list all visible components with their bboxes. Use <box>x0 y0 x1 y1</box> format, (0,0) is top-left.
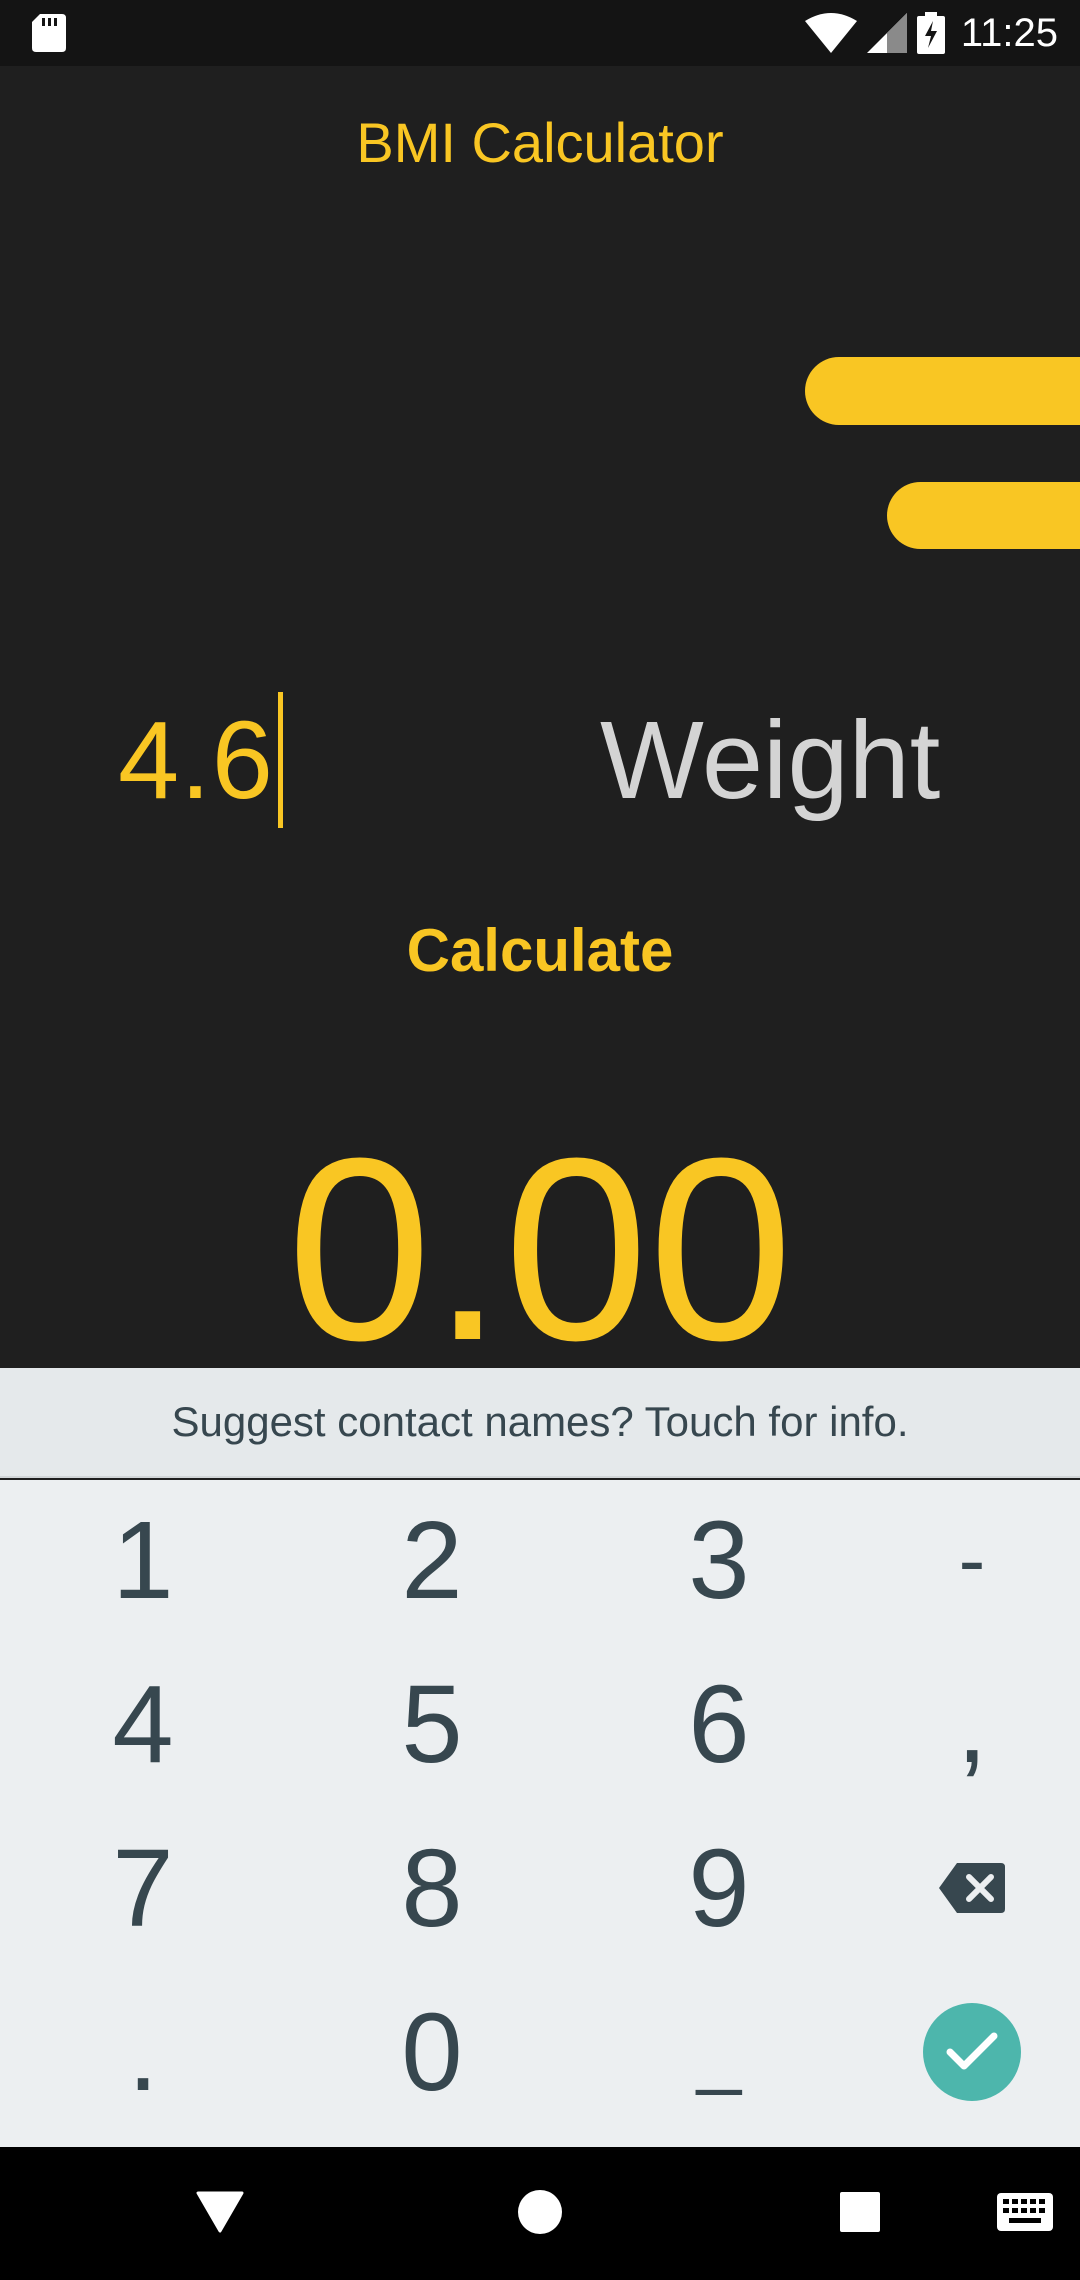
key-comma[interactable]: , <box>862 1644 1080 1804</box>
height-input[interactable]: 4.6 <box>118 690 478 830</box>
screen: 11:25 BMI Calculator 4.6 Weight Calculat… <box>0 0 1080 2280</box>
key-dot[interactable]: . <box>33 1972 253 2132</box>
keyboard-switch-button[interactable] <box>990 2177 1060 2247</box>
weight-input[interactable]: Weight <box>600 690 1020 830</box>
enter-key[interactable] <box>862 1972 1080 2132</box>
wifi-icon <box>804 13 857 53</box>
enter-button <box>923 2003 1021 2101</box>
key-0[interactable]: 0 <box>322 1972 542 2132</box>
key-space[interactable]: _ <box>609 1972 829 2132</box>
keyboard-suggestion-bar[interactable]: Suggest contact names? Touch for info. <box>0 1368 1080 1478</box>
nav-home-button[interactable] <box>505 2177 575 2247</box>
key-3[interactable]: 3 <box>609 1480 829 1640</box>
key-1[interactable]: 1 <box>33 1480 253 1640</box>
key-5[interactable]: 5 <box>322 1644 542 1804</box>
numeric-keypad: 1 2 3 - 4 5 6 , 7 8 9 . 0 _ <box>0 1480 1080 2147</box>
keyboard-icon <box>997 2193 1053 2231</box>
bmi-result: 0.00 <box>286 1120 794 1368</box>
backspace-key[interactable] <box>862 1808 1080 1968</box>
sd-card-icon <box>32 14 66 52</box>
app-title: BMI Calculator <box>356 111 724 174</box>
key-4[interactable]: 4 <box>33 1644 253 1804</box>
weight-input-placeholder: Weight <box>600 698 941 822</box>
key-7[interactable]: 7 <box>33 1808 253 1968</box>
navigation-bar <box>0 2147 1080 2280</box>
key-dash[interactable]: - <box>862 1480 1080 1640</box>
calculate-button[interactable]: Calculate <box>340 905 740 995</box>
key-8[interactable]: 8 <box>322 1808 542 1968</box>
nav-back-button[interactable] <box>185 2177 255 2247</box>
signal-icon <box>866 13 907 53</box>
battery-charging-icon <box>916 12 945 54</box>
status-bar: 11:25 <box>0 0 1080 66</box>
key-6[interactable]: 6 <box>609 1644 829 1804</box>
decorative-bar-top <box>805 357 1080 425</box>
text-cursor <box>277 692 283 828</box>
key-2[interactable]: 2 <box>322 1480 542 1640</box>
height-input-value: 4.6 <box>118 698 274 822</box>
clock: 11:25 <box>960 10 1058 55</box>
key-9[interactable]: 9 <box>609 1808 829 1968</box>
back-triangle-icon <box>196 2191 244 2233</box>
nav-recents-button[interactable] <box>825 2177 895 2247</box>
check-icon <box>946 2032 998 2070</box>
recents-square-icon <box>840 2192 880 2232</box>
backspace-icon <box>939 1863 1005 1913</box>
decorative-bar-bottom <box>887 482 1080 549</box>
suggestion-text: Suggest contact names? Touch for info. <box>171 1398 909 1445</box>
home-circle-icon <box>518 2190 562 2234</box>
